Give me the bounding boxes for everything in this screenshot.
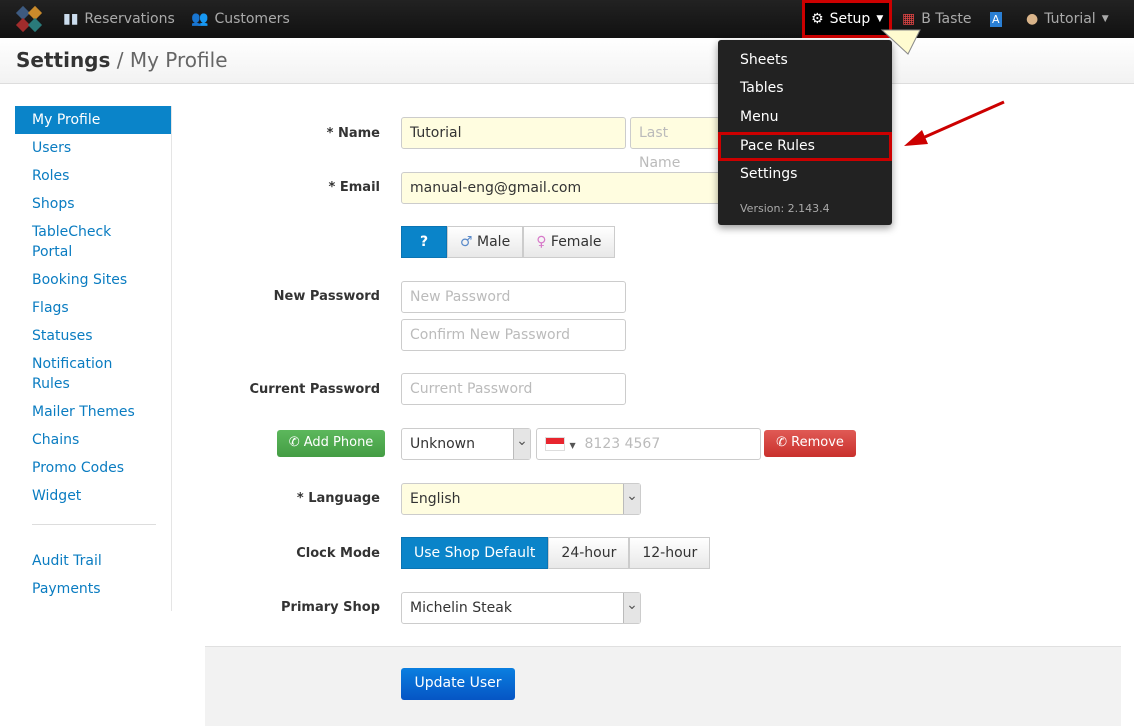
cursor-pointer-icon (880, 29, 921, 55)
female-icon: ♀ (536, 234, 547, 250)
add-phone-button[interactable]: ✆ Add Phone (277, 430, 385, 457)
setup-dropdown-menu: Sheets Tables Menu Pace Rules Settings V… (718, 40, 892, 225)
phone-input[interactable]: ▼ 8123 4567 (536, 428, 761, 460)
gear-icon: ⚙ (811, 11, 824, 27)
gender-unknown-button[interactable]: ? (401, 226, 447, 258)
sidebar-item-shops[interactable]: Shops (15, 190, 171, 218)
update-user-button[interactable]: Update User (401, 668, 515, 700)
clock-mode-toggle: Use Shop Default 24-hour 12-hour (401, 537, 711, 569)
menu-item-tables[interactable]: Tables (740, 80, 784, 96)
current-password-label: Current Password (249, 382, 380, 397)
user-icon: ● (1026, 11, 1039, 27)
language-select[interactable]: English (401, 483, 641, 515)
sidebar-item-audit-trail[interactable]: Audit Trail (15, 547, 171, 575)
language-switch[interactable]: A (990, 0, 1002, 38)
nav-user[interactable]: ● Tutorial ▼ (1026, 0, 1109, 38)
caret-down-icon: ▼ (569, 441, 576, 450)
caret-down-icon: ▼ (1101, 14, 1109, 24)
divider (32, 524, 156, 525)
caret-down-icon: ▼ (876, 14, 884, 24)
sidebar-item-booking-sites[interactable]: Booking Sites (15, 266, 171, 294)
book-icon: ▮▮ (63, 11, 79, 27)
new-password-label: New Password (273, 289, 380, 304)
page-title: Settings / My Profile (16, 48, 228, 72)
nav-customers[interactable]: 👥 Customers (191, 0, 290, 38)
nav-setup[interactable]: ⚙ Setup ▼ (802, 0, 892, 38)
current-password-input[interactable]: Current Password (401, 373, 626, 405)
sidebar-item-widget[interactable]: Widget (15, 482, 171, 510)
primary-shop-select[interactable]: Michelin Steak (401, 592, 641, 624)
gender-female-button[interactable]: ♀ Female (523, 226, 615, 258)
menu-item-menu[interactable]: Menu (740, 109, 778, 125)
primary-shop-label: Primary Shop (281, 600, 380, 615)
clock-mode-label: Clock Mode (296, 546, 380, 561)
menu-item-settings[interactable]: Settings (740, 166, 797, 182)
sidebar-item-statuses[interactable]: Statuses (15, 322, 171, 350)
sidebar: My Profile Users Roles Shops TableCheck … (15, 106, 172, 611)
shop-icon: ▦ (902, 11, 916, 27)
new-password-input[interactable]: New Password (401, 281, 626, 313)
logo-icon[interactable] (15, 5, 43, 33)
email-input[interactable]: manual-eng@gmail.com (401, 172, 721, 204)
flag-singapore-icon[interactable] (545, 437, 565, 451)
name-label: * Name (326, 126, 380, 141)
phone-remove-icon: ✆ (776, 435, 787, 450)
last-name-input[interactable]: Last Name (630, 117, 720, 171)
menu-item-sheets[interactable]: Sheets (740, 52, 788, 68)
sidebar-item-users[interactable]: Users (15, 134, 171, 162)
phone-type-select[interactable]: Unknown (401, 428, 531, 460)
clock-24-hour-button[interactable]: 24-hour (548, 537, 630, 569)
sidebar-item-promo-codes[interactable]: Promo Codes (15, 454, 171, 482)
sidebar-item-mailer-themes[interactable]: Mailer Themes (15, 398, 171, 426)
phone-add-icon: ✆ (288, 435, 300, 450)
sidebar-item-tablecheck-portal[interactable]: TableCheck Portal (15, 218, 125, 266)
form-footer (205, 646, 1121, 726)
sidebar-item-payments[interactable]: Payments (15, 575, 171, 603)
nav-reservations[interactable]: ▮▮ Reservations (63, 0, 175, 38)
clock-12-hour-button[interactable]: 12-hour (629, 537, 711, 569)
confirm-password-input[interactable]: Confirm New Password (401, 319, 626, 351)
gender-toggle: ? ♂ Male ♀ Female (401, 226, 615, 258)
page-header: Settings / My Profile (0, 38, 1134, 84)
top-navbar: ▮▮ Reservations 👥 Customers ⚙ Setup ▼ ▦ B Tas… (0, 0, 1134, 38)
male-icon: ♂ (460, 234, 473, 250)
first-name-input[interactable]: Tutorial (401, 117, 626, 149)
version-text: Version: 2.143.4 (740, 202, 830, 215)
sidebar-item-notification-rules[interactable]: Notification Rules (15, 350, 171, 398)
sidebar-item-my-profile[interactable]: My Profile (15, 106, 171, 134)
language-label: * Language (296, 491, 380, 506)
sidebar-item-roles[interactable]: Roles (15, 162, 171, 190)
annotation-arrow-icon (904, 100, 1005, 146)
menu-item-pace-rules[interactable]: Pace Rules (718, 132, 892, 161)
gender-male-button[interactable]: ♂ Male (447, 226, 524, 258)
clock-shop-default-button[interactable]: Use Shop Default (401, 537, 549, 569)
users-icon: 👥 (191, 11, 209, 27)
remove-phone-button[interactable]: ✆ Remove (764, 430, 856, 457)
sidebar-item-chains[interactable]: Chains (15, 426, 171, 454)
translate-icon: A (990, 11, 1002, 27)
email-label: * Email (328, 180, 380, 195)
sidebar-item-flags[interactable]: Flags (15, 294, 171, 322)
